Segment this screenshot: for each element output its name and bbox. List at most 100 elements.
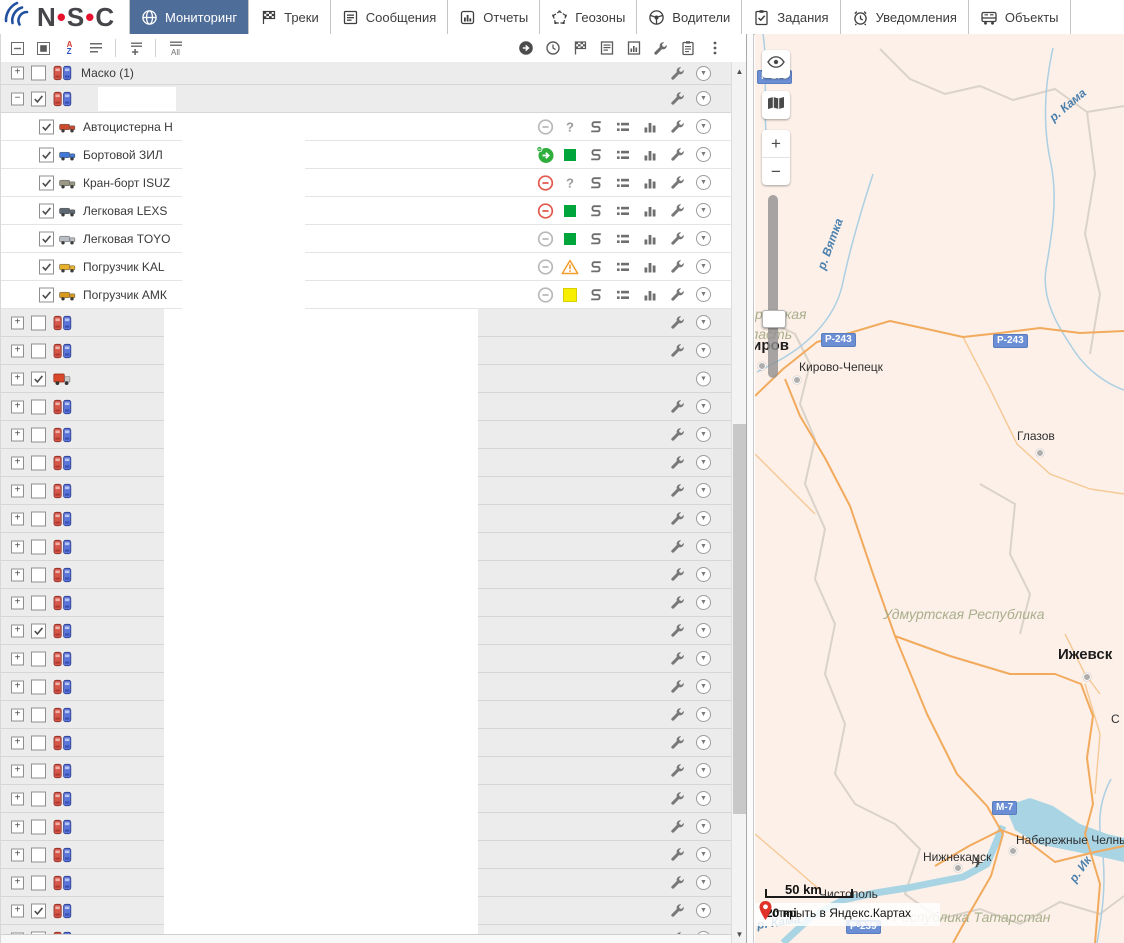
unit-name[interactable]: Погрузчик АМК xyxy=(83,288,167,302)
dropdown-icon[interactable]: ▼ xyxy=(696,679,711,694)
unit-name[interactable]: Автоцистерна Н xyxy=(83,120,173,134)
group-checkbox[interactable] xyxy=(31,819,46,834)
unit-name[interactable]: Погрузчик KAL xyxy=(83,260,165,274)
wrench-icon[interactable] xyxy=(669,679,685,695)
unit-name[interactable]: Кран-борт ISUZ xyxy=(83,176,170,190)
dropdown-icon[interactable]: ▼ xyxy=(696,791,711,806)
expand-icon[interactable]: + xyxy=(11,904,24,917)
expand-icon[interactable]: + xyxy=(11,680,24,693)
quick-reports-icon[interactable] xyxy=(625,38,642,58)
track-icon[interactable] xyxy=(588,231,604,247)
messages-icon[interactable] xyxy=(615,175,631,191)
dropdown-icon[interactable]: ▼ xyxy=(696,343,711,358)
group-checkbox[interactable] xyxy=(31,427,46,442)
dropdown-icon[interactable]: ▼ xyxy=(696,539,711,554)
tab-units[interactable]: Объекты xyxy=(969,0,1071,34)
wrench-icon[interactable] xyxy=(669,763,685,779)
group-checkbox[interactable] xyxy=(31,399,46,414)
expand-icon[interactable]: + xyxy=(11,512,24,525)
zoom-slider-track[interactable] xyxy=(768,195,778,378)
wrench-icon[interactable] xyxy=(669,735,685,751)
wrench-icon[interactable] xyxy=(669,65,685,81)
unit-name[interactable]: Легковая TOYO xyxy=(83,232,171,246)
expand-icon[interactable]: + xyxy=(11,568,24,581)
dropdown-icon[interactable]: ▼ xyxy=(696,203,711,218)
wrench-icon[interactable] xyxy=(669,567,685,583)
group-checkbox[interactable] xyxy=(31,903,46,918)
horizontal-scrollbar[interactable] xyxy=(1,934,731,943)
dropdown-icon[interactable]: ▼ xyxy=(696,259,711,274)
dropdown-icon[interactable]: ▼ xyxy=(696,735,711,750)
wrench-icon[interactable] xyxy=(669,91,685,107)
dropdown-icon[interactable]: ▼ xyxy=(696,511,711,526)
wrench-icon[interactable] xyxy=(669,623,685,639)
dropdown-icon[interactable]: ▼ xyxy=(696,427,711,442)
wrench-icon[interactable] xyxy=(669,203,685,219)
wrench-icon[interactable] xyxy=(669,175,685,191)
dropdown-icon[interactable]: ▼ xyxy=(696,119,711,134)
list-view-icon[interactable] xyxy=(87,38,104,58)
add-to-worklist-icon[interactable] xyxy=(127,38,144,58)
expand-icon[interactable]: + xyxy=(11,792,24,805)
wrench-icon[interactable] xyxy=(669,147,685,163)
wrench-icon[interactable] xyxy=(669,903,685,919)
track-icon[interactable] xyxy=(588,203,604,219)
unit-row[interactable]: Бортовой ЗИЛ▼ xyxy=(1,141,731,169)
group-checkbox[interactable] xyxy=(31,511,46,526)
group-checkbox[interactable] xyxy=(31,679,46,694)
wrench-icon[interactable] xyxy=(669,231,685,247)
group-checkbox[interactable] xyxy=(31,315,46,330)
expand-icon[interactable]: + xyxy=(11,372,24,385)
panel-splitter[interactable] xyxy=(746,34,754,943)
tab-messages[interactable]: Сообщения xyxy=(331,0,449,34)
wrench-icon[interactable] xyxy=(669,427,685,443)
wrench-icon[interactable] xyxy=(669,399,685,415)
dropdown-icon[interactable]: ▼ xyxy=(696,623,711,638)
unit-name[interactable]: Легковая LEXS xyxy=(83,204,167,218)
wrench-icon[interactable] xyxy=(669,259,685,275)
expand-icon[interactable]: + xyxy=(11,820,24,833)
unit-checkbox[interactable] xyxy=(39,147,54,162)
unit-row[interactable]: Автоцистерна Н?▼ xyxy=(1,113,731,141)
tab-tracks[interactable]: Треки xyxy=(249,0,331,34)
chart-icon[interactable] xyxy=(642,119,658,135)
dropdown-icon[interactable]: ▼ xyxy=(696,819,711,834)
follow-unit-icon[interactable] xyxy=(517,38,534,58)
collapse-icon[interactable]: − xyxy=(11,92,24,105)
tab-tasks[interactable]: Задания xyxy=(742,0,840,34)
messages-icon[interactable] xyxy=(615,203,631,219)
track-icon[interactable] xyxy=(588,147,604,163)
map-visibility-button[interactable] xyxy=(762,50,790,78)
track-icon[interactable] xyxy=(588,119,604,135)
tab-monitoring[interactable]: Мониторинг xyxy=(129,0,249,34)
expand-icon[interactable]: + xyxy=(11,848,24,861)
unit-checkbox[interactable] xyxy=(39,175,54,190)
messages-icon[interactable] xyxy=(615,231,631,247)
expand-icon[interactable]: + xyxy=(11,736,24,749)
unit-row[interactable]: Погрузчик АМК▼ xyxy=(1,281,731,309)
dropdown-icon[interactable]: ▼ xyxy=(696,315,711,330)
messages-icon[interactable] xyxy=(615,147,631,163)
unit-row[interactable]: Легковая TOYO▼ xyxy=(1,225,731,253)
scrollbar-thumb[interactable] xyxy=(733,424,746,814)
unit-checkbox[interactable] xyxy=(39,259,54,274)
wrench-icon[interactable] xyxy=(669,455,685,471)
wrench-icon[interactable] xyxy=(669,483,685,499)
zoom-slider-thumb[interactable] xyxy=(762,310,786,328)
dropdown-icon[interactable]: ▼ xyxy=(696,399,711,414)
tab-reports[interactable]: Отчеты xyxy=(448,0,540,34)
sort-az-icon[interactable]: AZ xyxy=(61,38,78,58)
expand-icon[interactable]: + xyxy=(11,624,24,637)
wrench-icon[interactable] xyxy=(669,875,685,891)
zoom-in-button[interactable]: + xyxy=(762,130,790,157)
group-checkbox[interactable] xyxy=(31,875,46,890)
group-checkbox[interactable] xyxy=(31,371,46,386)
wrench-icon[interactable] xyxy=(669,315,685,331)
wrench-icon[interactable] xyxy=(669,539,685,555)
unit-checkbox[interactable] xyxy=(39,119,54,134)
unit-checkbox[interactable] xyxy=(39,231,54,246)
chart-icon[interactable] xyxy=(642,147,658,163)
group-checkbox[interactable] xyxy=(31,791,46,806)
messages-icon[interactable] xyxy=(615,259,631,275)
quick-tracks-icon[interactable] xyxy=(571,38,588,58)
